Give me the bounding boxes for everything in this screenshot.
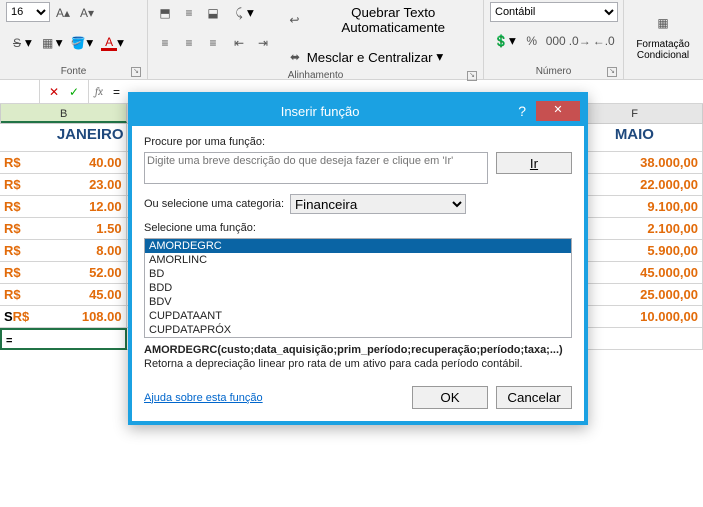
category-select[interactable]: Financeira	[290, 194, 466, 214]
function-list-item[interactable]: CUPDATAANT	[145, 309, 571, 323]
cell-B[interactable]: R$45.00	[0, 284, 127, 306]
dialog-close-button[interactable]: ✕	[536, 101, 580, 121]
align-left-button[interactable]: ≡	[154, 32, 176, 54]
search-function-input[interactable]	[144, 152, 488, 184]
cell-B[interactable]: R$12.00	[0, 196, 127, 218]
conditional-formatting-button[interactable]: ▦ Formatação Condicional	[630, 2, 696, 66]
inc-decimal-icon: .0→	[572, 33, 588, 49]
function-list-item[interactable]: BDD	[145, 281, 571, 295]
select-function-label: Selecione uma função:	[144, 222, 572, 234]
category-label: Ou selecione uma categoria:	[144, 198, 284, 210]
increase-indent-button[interactable]: ⇥	[252, 32, 274, 54]
border-icon: ▦	[40, 35, 56, 51]
number-format-select[interactable]: Contábil	[490, 2, 618, 22]
wrap-icon: ↩	[287, 12, 302, 28]
number-launcher[interactable]: ↘	[607, 67, 617, 77]
font-color-button[interactable]: A▾	[98, 32, 127, 54]
font-size-select[interactable]: 16	[6, 2, 50, 22]
cell-B[interactable]: R$1.50	[0, 218, 127, 240]
border-button[interactable]: ▦▾	[37, 32, 66, 54]
decrease-decimal-button[interactable]: ←.0	[593, 30, 615, 52]
search-label: Procure por uma função:	[144, 136, 572, 148]
alignment-launcher[interactable]: ↘	[467, 71, 477, 81]
merge-icon: ⬌	[287, 49, 303, 65]
align-left-icon: ≡	[157, 35, 173, 51]
name-box[interactable]	[0, 80, 40, 103]
ribbon: 16 A▴ A▾ S▾ ▦▾ 🪣▾ A▾ Fonte ↘ ⬒ ≡ ⬓	[0, 0, 703, 80]
group-number-label: Número	[536, 66, 572, 77]
align-right-icon: ≡	[205, 35, 221, 51]
wrap-text-button[interactable]: ↩ Quebrar Texto Automaticamente	[284, 2, 484, 38]
font-launcher[interactable]: ↘	[131, 67, 141, 77]
increase-decimal-button[interactable]: .0→	[569, 30, 591, 52]
group-number: Contábil 💲▾ % 000 .0→ ←.0 Número ↘	[484, 0, 624, 79]
align-right-button[interactable]: ≡	[202, 32, 224, 54]
group-alignment: ⬒ ≡ ⬓ ≡ ≡ ≡ ⤹▾ ⇤ ⇥ ↩	[148, 0, 484, 79]
currency-icon: 💲	[493, 33, 509, 49]
align-bottom-icon: ⬓	[205, 5, 221, 21]
cell-B[interactable]: R$8.00	[0, 240, 127, 262]
group-font-label: Fonte	[61, 66, 87, 77]
dialog-title: Inserir função	[132, 104, 508, 119]
font-color-icon: A	[101, 35, 117, 51]
function-list-item[interactable]: AMORLINC	[145, 253, 571, 267]
align-middle-button[interactable]: ≡	[178, 2, 200, 24]
dialog-help-button[interactable]: ?	[508, 103, 536, 119]
increase-indent-icon: ⇥	[255, 35, 271, 51]
fill-icon: 🪣	[70, 35, 86, 51]
align-top-icon: ⬒	[157, 5, 173, 21]
insert-function-dialog: Inserir função ? ✕ Procure por uma funçã…	[128, 92, 588, 425]
function-list[interactable]: AMORDEGRCAMORLINCBDBDDBDVCUPDATAANTCUPDA…	[144, 238, 572, 338]
thousands-button[interactable]: 000	[545, 30, 567, 52]
decrease-indent-icon: ⇤	[231, 35, 247, 51]
ok-button[interactable]: OK	[412, 386, 488, 409]
dialog-titlebar[interactable]: Inserir função ? ✕	[132, 96, 584, 126]
orientation-button[interactable]: ⤹▾	[228, 2, 257, 24]
fill-color-button[interactable]: 🪣▾	[67, 32, 96, 54]
function-list-item[interactable]: BDV	[145, 295, 571, 309]
help-link[interactable]: Ajuda sobre esta função	[144, 392, 263, 404]
cell-B[interactable]: R$23.00	[0, 174, 127, 196]
increase-font-icon: A▴	[55, 5, 71, 21]
decrease-font-button[interactable]: A▾	[76, 2, 98, 24]
fx-label[interactable]: fx	[89, 85, 109, 98]
conditional-formatting-icon: ▦	[647, 7, 679, 39]
go-button[interactable]: Ir	[496, 152, 572, 174]
function-list-item[interactable]: BD	[145, 267, 571, 281]
group-styles: ▦ Formatação Condicional	[624, 0, 702, 79]
thousands-icon: 000	[548, 33, 564, 49]
align-bottom-button[interactable]: ⬓	[202, 2, 224, 24]
function-list-item[interactable]: CUPDATAPRÓX	[145, 323, 571, 337]
col-header-B[interactable]: B	[1, 104, 127, 123]
align-top-button[interactable]: ⬒	[154, 2, 176, 24]
percent-icon: %	[524, 33, 540, 49]
enter-formula-icon[interactable]: ✓	[66, 84, 82, 100]
cancel-formula-icon[interactable]: ✕	[46, 84, 62, 100]
cell-B[interactable]: SR$108.00	[0, 306, 127, 328]
accounting-format-button[interactable]: 💲▾	[490, 30, 519, 52]
function-list-item[interactable]: AMORDEGRC	[145, 239, 571, 253]
group-alignment-label: Alinhamento	[288, 70, 344, 81]
decrease-indent-button[interactable]: ⇤	[228, 32, 250, 54]
percent-button[interactable]: %	[521, 30, 543, 52]
cell-B[interactable]: R$40.00	[0, 152, 127, 174]
strikethrough-icon: S	[9, 35, 25, 51]
align-center-button[interactable]: ≡	[178, 32, 200, 54]
function-syntax: AMORDEGRC(custo;data_aquisição;prim_perí…	[144, 344, 572, 356]
align-middle-icon: ≡	[181, 5, 197, 21]
increase-font-button[interactable]: A▴	[52, 2, 74, 24]
cancel-button[interactable]: Cancelar	[496, 386, 572, 409]
header-cell-janeiro[interactable]: JANEIRO	[0, 124, 127, 152]
function-description: Retorna a depreciação linear pro rata de…	[144, 358, 572, 370]
active-input-cell[interactable]: =	[0, 328, 127, 350]
group-font: 16 A▴ A▾ S▾ ▦▾ 🪣▾ A▾ Fonte ↘	[0, 0, 148, 79]
merge-center-button[interactable]: ⬌ Mesclar e Centralizar ▾	[284, 46, 484, 68]
orientation-icon: ⤹	[231, 5, 247, 21]
align-center-icon: ≡	[181, 35, 197, 51]
cell-B[interactable]: R$52.00	[0, 262, 127, 284]
dec-decimal-icon: ←.0	[596, 33, 612, 49]
strikethrough-button[interactable]: S▾	[6, 32, 35, 54]
decrease-font-icon: A▾	[79, 5, 95, 21]
